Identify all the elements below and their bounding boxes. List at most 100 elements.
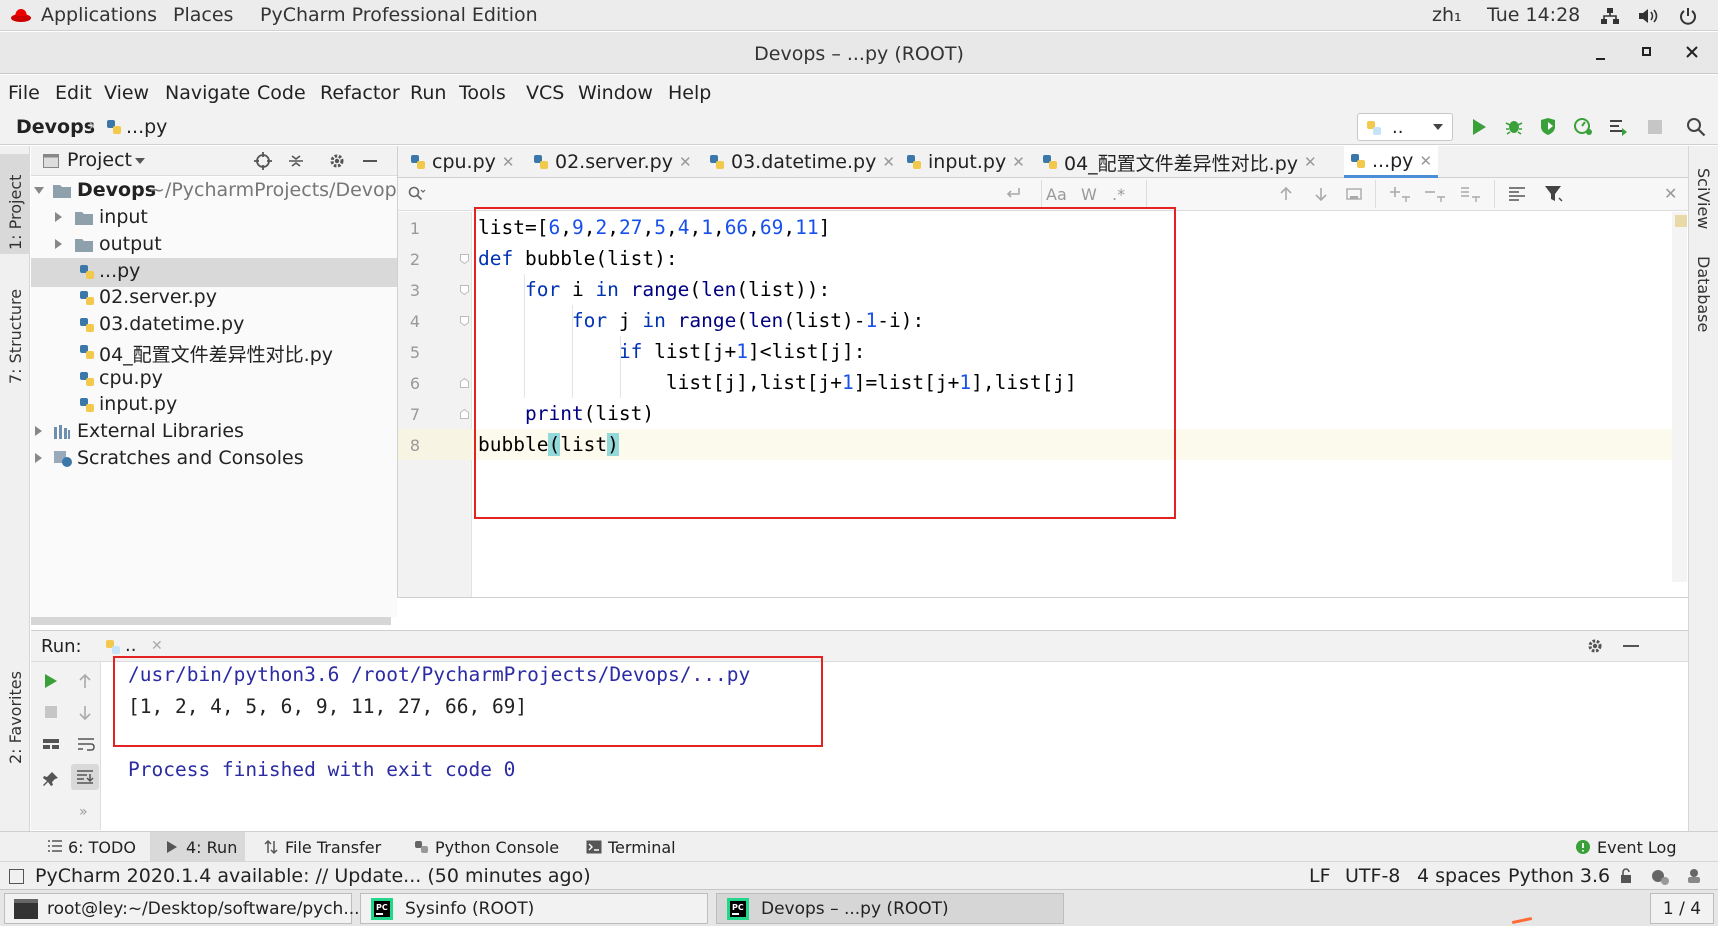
- tool-tab-file-transfer[interactable]: File Transfer: [285, 838, 381, 857]
- fold-icon[interactable]: [460, 378, 469, 388]
- close-icon[interactable]: ✕: [151, 638, 163, 654]
- maximize-icon[interactable]: [1640, 45, 1654, 59]
- more-actions-icon[interactable]: »: [79, 804, 88, 820]
- breadcrumb-file[interactable]: ...py: [126, 116, 167, 138]
- search-icon[interactable]: [408, 186, 426, 202]
- file-encoding[interactable]: UTF-8: [1345, 865, 1400, 887]
- tree-item-file[interactable]: 02.server.py: [31, 284, 397, 313]
- fold-icon[interactable]: [460, 316, 469, 326]
- menu-file[interactable]: File: [8, 82, 40, 104]
- locate-icon[interactable]: [254, 152, 272, 170]
- tool-tab-event-log[interactable]: Event Log: [1597, 838, 1677, 857]
- tool-tab-terminal[interactable]: Terminal: [608, 838, 676, 857]
- minimize-icon[interactable]: [1594, 48, 1608, 62]
- menu-run[interactable]: Run: [410, 82, 446, 104]
- concurrency-icon[interactable]: [1608, 117, 1628, 137]
- project-horizontal-scrollbar[interactable]: [31, 617, 391, 625]
- menu-vcs[interactable]: VCS: [526, 82, 564, 104]
- arrow-down-icon[interactable]: [1313, 186, 1329, 202]
- python-interpreter[interactable]: Python 3.6: [1508, 865, 1610, 887]
- lock-icon[interactable]: [1619, 868, 1635, 884]
- menu-tools[interactable]: Tools: [459, 82, 506, 104]
- tree-root-devops[interactable]: Devops ~/PycharmProjects/Devops: [31, 177, 407, 206]
- power-icon[interactable]: [1678, 6, 1698, 26]
- clock[interactable]: Tue 14:28: [1487, 4, 1580, 26]
- regex-toggle[interactable]: .*: [1112, 185, 1125, 204]
- pin-icon[interactable]: [43, 771, 59, 787]
- filter-icon[interactable]: [1544, 185, 1564, 203]
- select-all-occurrences-icon[interactable]: [1460, 185, 1482, 203]
- fold-icon[interactable]: [460, 254, 469, 264]
- inspection-marker[interactable]: [1675, 215, 1687, 227]
- tab-03-datetime[interactable]: 03.datetime.py ✕: [703, 146, 901, 178]
- structure-tool-label[interactable]: 7: Structure: [6, 289, 25, 384]
- run-console-output[interactable]: /usr/bin/python3.6 /root/PycharmProjects…: [102, 656, 1688, 830]
- breadcrumb-project[interactable]: Devops: [16, 116, 95, 138]
- tool-tab-python-console[interactable]: Python Console: [435, 838, 559, 857]
- chevron-down-icon[interactable]: [34, 187, 44, 195]
- menu-help[interactable]: Help: [668, 82, 711, 104]
- places-menu[interactable]: Places: [173, 4, 233, 26]
- menu-window[interactable]: Window: [578, 82, 653, 104]
- tool-tab-todo[interactable]: 6: TODO: [68, 838, 136, 857]
- layout-icon[interactable]: [42, 736, 60, 752]
- match-case-toggle[interactable]: Aa: [1046, 185, 1067, 204]
- indent-setting[interactable]: 4 spaces: [1417, 865, 1501, 887]
- tree-item-file[interactable]: 04_配置文件差异性对比.py: [31, 338, 397, 367]
- collapse-all-icon[interactable]: [287, 152, 305, 170]
- chevron-right-icon[interactable]: [35, 426, 43, 436]
- taskbar-terminal[interactable]: root@ley:~/Desktop/software/pych...: [4, 893, 360, 924]
- coverage-icon[interactable]: [1538, 116, 1558, 136]
- run-config-selector[interactable]: ..: [1357, 113, 1453, 141]
- tab-close-icon[interactable]: ✕: [1012, 153, 1025, 171]
- workspace-switcher[interactable]: 1 / 4: [1650, 893, 1714, 924]
- memory-icon[interactable]: [1685, 867, 1703, 885]
- scroll-to-end-toggle[interactable]: [71, 764, 99, 790]
- sciview-tool-label[interactable]: SciView: [1694, 168, 1713, 229]
- menu-refactor[interactable]: Refactor: [320, 82, 400, 104]
- volume-icon[interactable]: [1637, 7, 1659, 25]
- filter-lines-icon[interactable]: [1508, 186, 1526, 202]
- editor-scrollbar[interactable]: [1672, 212, 1687, 582]
- stop-icon[interactable]: [1647, 119, 1663, 135]
- search-everywhere-icon[interactable]: [1686, 117, 1706, 137]
- code-editor[interactable]: list=[6,9,2,27,5,4,1,66,69,11] def bubbl…: [472, 207, 1687, 597]
- profile-icon[interactable]: [1573, 116, 1593, 136]
- debug-icon[interactable]: [1504, 116, 1524, 136]
- gear-icon[interactable]: [328, 152, 346, 170]
- whole-words-toggle[interactable]: W: [1081, 185, 1097, 204]
- chevron-down-icon[interactable]: [135, 158, 145, 165]
- tree-item-file[interactable]: cpu.py: [31, 365, 397, 394]
- close-icon[interactable]: [1685, 45, 1699, 59]
- tab-close-icon[interactable]: ✕: [1304, 153, 1317, 171]
- applications-menu[interactable]: Applications: [41, 4, 157, 26]
- tree-item-input-folder[interactable]: input: [31, 204, 397, 233]
- menu-navigate[interactable]: Navigate: [165, 82, 250, 104]
- run-config-tab[interactable]: ..: [125, 635, 136, 656]
- rerun-icon[interactable]: [43, 672, 59, 690]
- close-find-icon[interactable]: ✕: [1664, 184, 1677, 203]
- tab-04-config-diff[interactable]: 04_配置文件差异性对比.py ✕: [1036, 146, 1323, 178]
- tab-close-icon[interactable]: ✕: [1419, 152, 1432, 170]
- menu-view[interactable]: View: [104, 82, 149, 104]
- tab-current-file[interactable]: ...py ✕: [1344, 146, 1439, 178]
- favorites-tool-label[interactable]: 2: Favorites: [6, 671, 25, 764]
- status-message[interactable]: PyCharm 2020.1.4 available: // Update...…: [35, 865, 591, 887]
- tab-input[interactable]: input.py ✕: [900, 146, 1031, 178]
- tree-item-current-file[interactable]: ...py: [31, 258, 397, 287]
- scroll-up-icon[interactable]: [77, 672, 93, 690]
- tab-close-icon[interactable]: ✕: [882, 153, 895, 171]
- add-occurrence-icon[interactable]: [1390, 185, 1412, 203]
- tree-item-file[interactable]: input.py: [31, 391, 397, 420]
- project-panel-title[interactable]: Project: [67, 149, 132, 171]
- gear-icon[interactable]: [1586, 637, 1604, 655]
- tree-external-libraries[interactable]: External Libraries: [31, 418, 397, 447]
- tab-02-server[interactable]: 02.server.py ✕: [527, 146, 698, 178]
- run-icon[interactable]: [1470, 117, 1488, 137]
- newline-icon[interactable]: [1004, 186, 1022, 202]
- hide-panel-icon[interactable]: [363, 160, 377, 162]
- status-panel-icon[interactable]: [9, 869, 24, 884]
- menu-code[interactable]: Code: [257, 82, 306, 104]
- scroll-down-icon[interactable]: [77, 704, 93, 722]
- line-separator[interactable]: LF: [1309, 865, 1331, 887]
